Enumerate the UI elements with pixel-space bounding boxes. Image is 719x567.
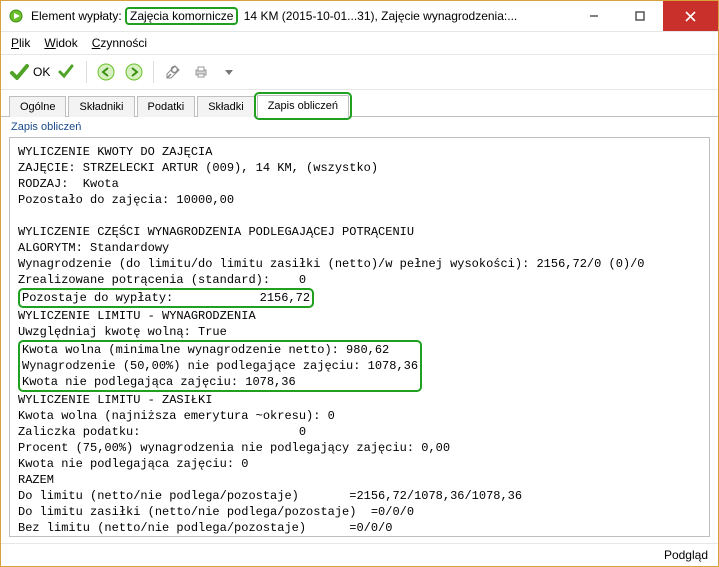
menu-widok[interactable]: Widok xyxy=(44,36,77,50)
menu-bar: Plik Widok Czynności xyxy=(1,32,718,55)
title-prefix: Element wypłaty: xyxy=(31,9,125,23)
app-window: Element wypłaty: Zajęcia komornicze 14 K… xyxy=(0,0,719,567)
log-panel[interactable]: WYLICZENIE KWOTY DO ZAJĘCIA ZAJĘCIE: STR… xyxy=(9,137,710,537)
ok-dropdown-button[interactable] xyxy=(56,61,78,83)
title-highlight: Zajęcia komornicze xyxy=(125,7,238,25)
tools-button[interactable] xyxy=(162,61,184,83)
back-button[interactable] xyxy=(95,61,117,83)
maximize-button[interactable] xyxy=(617,1,663,31)
tab-skladniki[interactable]: Składniki xyxy=(68,96,134,117)
toolbar-separator xyxy=(86,61,87,83)
title-bar: Element wypłaty: Zajęcia komornicze 14 K… xyxy=(1,1,718,32)
ok-label: OK xyxy=(33,65,50,79)
toolbar: OK xyxy=(1,55,718,90)
highlight-pozostaje-do-wyplaty: Pozostaje do wypłaty: 2156,72 xyxy=(18,288,314,308)
forward-button[interactable] xyxy=(123,61,145,83)
menu-czynnosci[interactable]: Czynności xyxy=(92,36,147,50)
log-text: WYLICZENIE KWOTY DO ZAJĘCIA ZAJĘCIE: STR… xyxy=(10,138,709,537)
highlight-kwota-wolna-block: Kwota wolna (minimalne wynagrodzenie net… xyxy=(18,340,422,392)
print-button[interactable] xyxy=(190,61,212,83)
close-button[interactable] xyxy=(663,1,718,31)
tab-zapis-obliczen[interactable]: Zapis obliczeń xyxy=(257,95,349,117)
toolbar-separator xyxy=(153,61,154,83)
status-bar: Podgląd xyxy=(1,543,718,566)
title-rest: 14 KM (2015-10-01...31), Zajęcie wynagro… xyxy=(240,9,517,23)
window-title: Element wypłaty: Zajęcia komornicze 14 K… xyxy=(31,9,517,23)
tab-skladki[interactable]: Składki xyxy=(197,96,254,117)
tab-podatki[interactable]: Podatki xyxy=(137,96,196,117)
section-label: Zapis obliczeń xyxy=(1,117,718,137)
title-icon xyxy=(7,7,25,25)
ok-button[interactable]: OK xyxy=(9,62,50,82)
tab-ogolne[interactable]: Ogólne xyxy=(9,96,66,117)
status-text: Podgląd xyxy=(664,548,708,562)
menu-plik[interactable]: Plik xyxy=(11,36,30,50)
toolbar-dropdown[interactable] xyxy=(218,61,240,83)
minimize-button[interactable] xyxy=(571,1,617,31)
tab-bar: Ogólne Składniki Podatki Składki Zapis o… xyxy=(1,90,718,117)
